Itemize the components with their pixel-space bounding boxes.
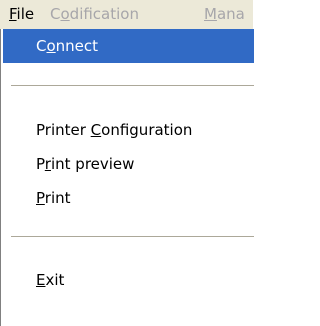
- menu-separator: [11, 236, 254, 237]
- menu-item-print-preview[interactable]: Print preview: [3, 147, 254, 181]
- menu-bar: File Codification Mana: [0, 0, 253, 30]
- menu-item-exit-label: Exit: [36, 271, 65, 289]
- menu-codification-mnemonic: o: [60, 5, 70, 23]
- menu-file-mnemonic: F: [9, 5, 17, 23]
- file-dropdown-menu: Connect Printer Configuration Print prev…: [0, 29, 254, 326]
- menu-item-exit[interactable]: Exit: [3, 263, 254, 297]
- menu-management-mnemonic: M: [204, 5, 217, 23]
- menu-file-label-rest: ile: [16, 5, 35, 23]
- menu-codification-label: C: [50, 5, 61, 23]
- menu-codification[interactable]: Codification: [50, 3, 139, 25]
- menu-codification-label-rest: dification: [69, 5, 139, 23]
- menu-item-printer-configuration-label: Printer Configuration: [36, 121, 193, 139]
- menu-item-printer-configuration[interactable]: Printer Configuration: [3, 113, 254, 147]
- menu-separator: [11, 85, 254, 86]
- menu-file[interactable]: File: [9, 3, 34, 25]
- menu-item-connect[interactable]: Connect: [3, 29, 254, 63]
- menu-management[interactable]: Mana: [204, 3, 245, 25]
- menu-item-print[interactable]: Print: [3, 181, 254, 215]
- menu-management-label-rest: ana: [216, 5, 245, 23]
- menu-item-print-label: Print: [36, 189, 71, 207]
- menu-item-connect-label: Connect: [36, 37, 99, 55]
- menu-item-print-preview-label: Print preview: [36, 155, 135, 173]
